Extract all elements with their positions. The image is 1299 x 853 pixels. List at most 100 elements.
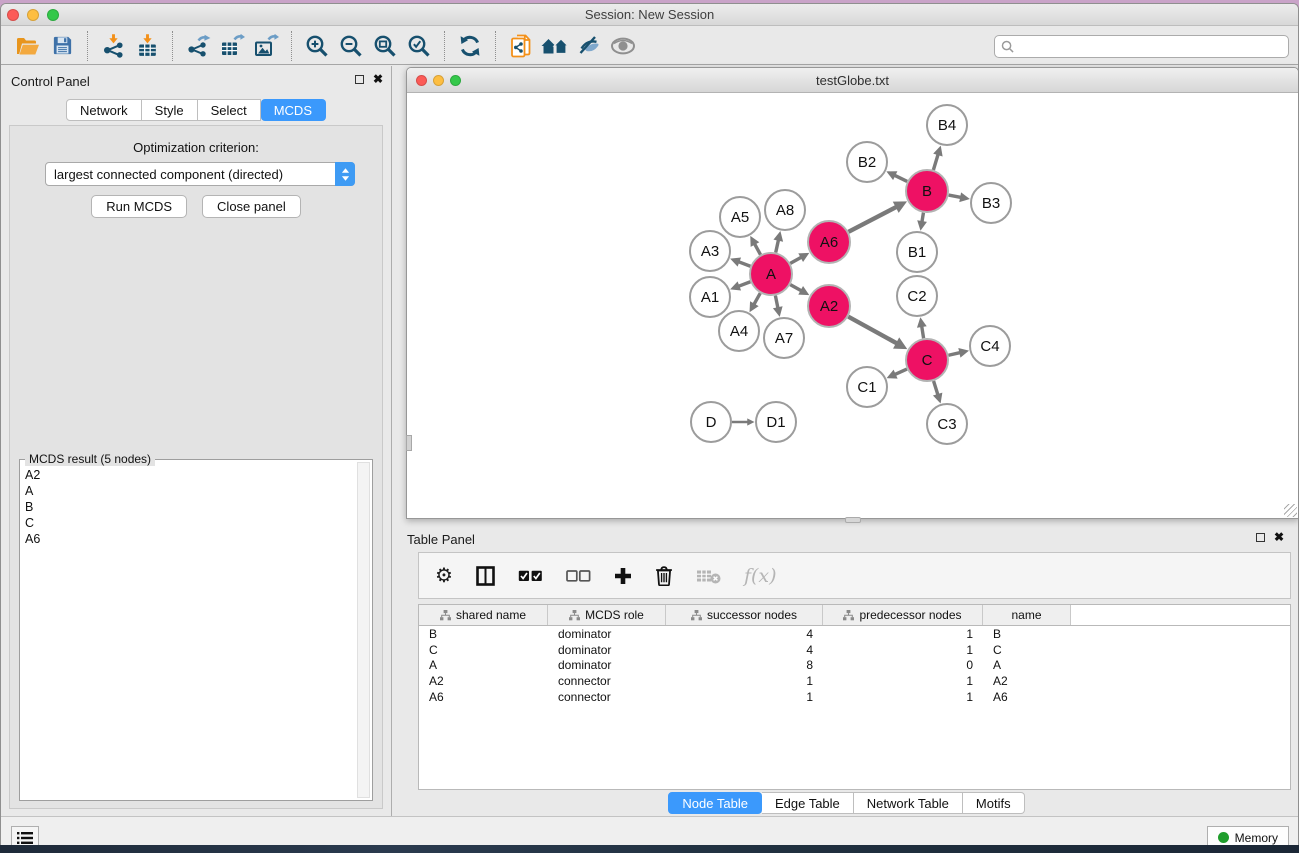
memory-label: Memory — [1235, 831, 1278, 845]
edge-A2-C[interactable] — [848, 317, 897, 344]
column-header-MCDS-role[interactable]: MCDS role — [548, 605, 666, 625]
show-hide-button[interactable] — [606, 30, 640, 62]
edge-C-C1[interactable] — [895, 369, 907, 375]
table-row[interactable]: A6connector11A6 — [419, 689, 1290, 705]
edge-B-B3[interactable] — [949, 195, 962, 197]
table-row[interactable]: A2connector11A2 — [419, 673, 1290, 689]
edge-A-A3[interactable] — [738, 262, 750, 267]
search-box[interactable] — [994, 35, 1289, 58]
deselect-all-rows-icon[interactable] — [566, 570, 591, 582]
column-header-predecessor-nodes[interactable]: predecessor nodes — [823, 605, 983, 625]
zoom-out-icon — [339, 34, 363, 58]
toggle-graphics-details-button[interactable] — [572, 30, 606, 62]
tab-style[interactable]: Style — [142, 99, 198, 121]
network-canvas[interactable]: B4B2BB3A5A8A6A3B1AA1C2A2A4A7CC4C1C3DD1 — [407, 93, 1298, 518]
edge-A-A6[interactable] — [790, 257, 801, 263]
desktop-wallpaper-strip — [0, 845, 1299, 853]
edge-C-C2[interactable] — [922, 326, 924, 338]
float-table-panel-icon[interactable] — [1256, 533, 1265, 542]
add-column-icon[interactable] — [614, 567, 632, 585]
mcds-result-list[interactable]: A2ABCA6 — [20, 464, 356, 800]
tab-motifs[interactable]: Motifs — [963, 792, 1025, 814]
float-panel-icon[interactable] — [355, 75, 364, 84]
zoom-in-button[interactable] — [300, 30, 334, 62]
edge-A-A7[interactable] — [775, 296, 778, 309]
column-selector-icon[interactable] — [476, 566, 495, 586]
close-panel-button[interactable]: Close panel — [202, 195, 301, 218]
run-mcds-button[interactable]: Run MCDS — [91, 195, 187, 218]
cell-name: B — [983, 627, 1071, 641]
edge-A-A4[interactable] — [754, 293, 760, 304]
cell-shared-name: A — [419, 658, 548, 672]
mcds-result-item[interactable]: C — [25, 515, 356, 531]
graph-node-label: C2 — [907, 288, 926, 305]
column-header-shared-name[interactable]: shared name — [419, 605, 548, 625]
dropdown-stepper-icon — [335, 162, 355, 186]
window-edge-grabber[interactable] — [406, 435, 412, 451]
mcds-list-scrollbar[interactable] — [357, 462, 370, 798]
zoom-fit-button[interactable] — [368, 30, 402, 62]
table-row[interactable]: Adominator80A — [419, 657, 1290, 673]
select-all-rows-icon[interactable] — [518, 570, 543, 582]
delete-column-trash-icon[interactable] — [655, 565, 673, 586]
tab-mcds[interactable]: MCDS — [261, 99, 326, 121]
close-table-panel-icon[interactable]: ✖ — [1274, 531, 1284, 543]
import-from-ndex-button[interactable] — [504, 30, 538, 62]
edge-A6-B[interactable] — [849, 207, 897, 232]
mcds-result-item[interactable]: A2 — [25, 467, 356, 483]
edge-A-A2[interactable] — [790, 285, 801, 291]
mcds-result-item[interactable]: A6 — [25, 531, 356, 547]
memory-button[interactable]: Memory — [1207, 826, 1289, 845]
open-session-button[interactable] — [11, 30, 45, 62]
network-view-window[interactable]: testGlobe.txt B4B2BB3A5A8A6A3B1AA1C2A2A4… — [406, 67, 1299, 519]
tab-network[interactable]: Network — [66, 99, 142, 121]
edge-C-C4[interactable] — [948, 353, 960, 356]
save-session-button[interactable] — [45, 30, 79, 62]
refresh-icon — [458, 34, 482, 58]
cell-successor-nodes: 4 — [666, 627, 823, 641]
edge-C-C3[interactable] — [934, 381, 938, 395]
criterion-dropdown[interactable]: largest connected component (directed) — [45, 162, 355, 186]
window-resize-grip[interactable] — [1284, 504, 1297, 517]
export-image-button[interactable] — [249, 30, 283, 62]
table-tabs: Node TableEdge TableNetwork TableMotifs — [393, 792, 1299, 814]
import-network-button[interactable] — [96, 30, 130, 62]
import-table-button[interactable] — [130, 30, 164, 62]
tab-edge-table[interactable]: Edge Table — [762, 792, 854, 814]
column-settings-gear-icon[interactable]: ⚙ — [435, 563, 453, 588]
app-titlebar: Session: New Session — [1, 4, 1298, 26]
memory-status-icon — [1218, 832, 1229, 843]
edge-B-B4[interactable] — [933, 154, 938, 170]
column-header-successor-nodes[interactable]: successor nodes — [666, 605, 823, 625]
edge-B-B2[interactable] — [894, 175, 907, 181]
tab-select[interactable]: Select — [198, 99, 261, 121]
node-table[interactable]: shared nameMCDS rolesuccessor nodesprede… — [418, 604, 1291, 790]
browse-ndex-button[interactable] — [538, 30, 572, 62]
task-history-button[interactable] — [11, 826, 39, 845]
table-row[interactable]: Bdominator41B — [419, 626, 1290, 642]
mcds-result-item[interactable]: B — [25, 499, 356, 515]
horizontal-splitter-handle[interactable] — [845, 517, 861, 523]
graph-node-label: C — [922, 352, 933, 369]
search-input[interactable] — [1019, 39, 1282, 55]
edge-A-A1[interactable] — [738, 282, 750, 287]
mcds-result-item[interactable]: A — [25, 483, 356, 499]
zoom-out-button[interactable] — [334, 30, 368, 62]
tab-network-table[interactable]: Network Table — [854, 792, 963, 814]
graph-node-label: C4 — [980, 338, 999, 355]
close-panel-icon[interactable]: ✖ — [373, 73, 383, 85]
cell-name: A6 — [983, 690, 1071, 704]
edge-A-A8[interactable] — [776, 240, 779, 253]
table-row[interactable]: Cdominator41C — [419, 642, 1290, 658]
zoom-selected-button[interactable] — [402, 30, 436, 62]
cell-MCDS-role: dominator — [548, 643, 666, 657]
tab-node-table[interactable]: Node Table — [668, 792, 762, 814]
column-header-name[interactable]: name — [983, 605, 1071, 625]
graph-node-label: D1 — [766, 414, 785, 431]
open-folder-icon — [15, 35, 41, 57]
export-network-button[interactable] — [181, 30, 215, 62]
apply-layout-button[interactable] — [453, 30, 487, 62]
edge-B-B1[interactable] — [922, 213, 924, 222]
edge-A-A5[interactable] — [755, 244, 761, 255]
export-table-button[interactable] — [215, 30, 249, 62]
